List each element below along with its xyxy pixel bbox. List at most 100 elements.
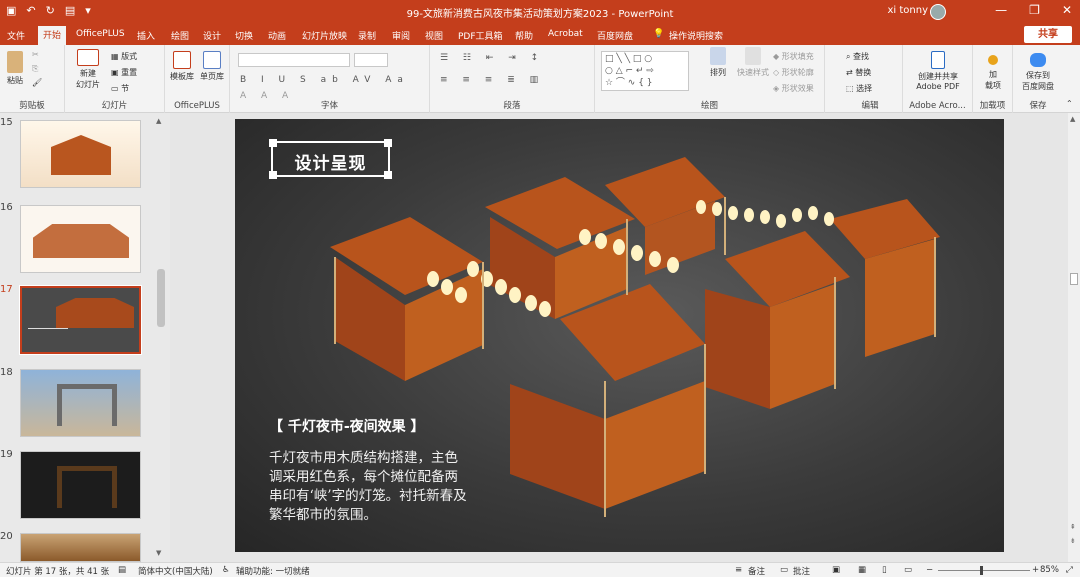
shape-fill-button[interactable]: ◆ 形状填充 [773, 51, 814, 62]
normal-view-icon[interactable]: ▣ [832, 565, 840, 575]
format-painter-icon[interactable]: 🖌 [32, 78, 42, 87]
quick-styles-button[interactable]: 快速样式 [735, 47, 771, 78]
tab-pdf[interactable]: PDF工具箱 [453, 27, 508, 44]
shape-effects-button[interactable]: ◈ 形状效果 [773, 83, 814, 94]
scroll-down-icon[interactable]: ▼ [156, 549, 161, 557]
slide-thumbnail[interactable] [20, 451, 141, 519]
editor-scrollbar[interactable]: ▲ ⇞ ⇟ [1068, 113, 1080, 562]
comments-button[interactable]: 批注 [793, 565, 810, 577]
tab-baidu[interactable]: 百度网盘 [592, 27, 638, 44]
zoom-out-icon[interactable]: − [926, 565, 933, 575]
slideshow-icon[interactable]: ▭ [904, 565, 912, 575]
single-page-library-button[interactable]: 单页库 [198, 51, 226, 82]
stall-image [51, 135, 111, 175]
group-officeplus: 模板库 单页库 OfficePLUS [165, 45, 230, 113]
tab-help[interactable]: 帮助 [510, 27, 538, 44]
scroll-up-icon[interactable]: ▲ [1070, 115, 1075, 123]
layout-button[interactable]: ▦ 版式 [111, 51, 137, 62]
tab-home[interactable]: 开始 [38, 26, 67, 45]
share-button[interactable]: 共享 [1024, 26, 1072, 43]
reading-view-icon[interactable]: ▯ [882, 565, 887, 575]
font-size-select[interactable] [354, 53, 388, 67]
spellcheck-icon[interactable]: ▤ [118, 565, 126, 575]
tab-slideshow[interactable]: 幻灯片放映 [297, 27, 352, 44]
slide-canvas[interactable]: 设计呈现 【 千灯夜市-夜间效果 】 千灯夜市用木质结构搭建，主色调采用红色系，… [235, 119, 1004, 552]
user-name[interactable]: xi tonny [887, 5, 928, 16]
find-button[interactable]: ⌕ 查找 [846, 51, 869, 62]
font-format-buttons[interactable]: B I U S ab AV Aa [240, 75, 409, 85]
gate-image [57, 384, 117, 426]
collapse-ribbon-icon[interactable]: ⌃ [1066, 99, 1073, 108]
new-slide-button[interactable]: 新建 幻灯片 [71, 49, 105, 90]
slide-sorter-icon[interactable]: ▦ [858, 565, 866, 575]
ribbon-tabs: 文件 开始 OfficePLUS 插入 绘图 设计 切换 动画 幻灯片放映 录制… [0, 24, 1080, 45]
thumb-number: 20 [0, 531, 13, 542]
layout-label: 版式 [121, 52, 138, 61]
accessibility-status[interactable]: 辅助功能: 一切就绪 [236, 565, 310, 577]
replace-label: 替换 [855, 68, 872, 77]
tab-file[interactable]: 文件 [2, 27, 30, 44]
paste-button[interactable]: 粘贴 [4, 51, 26, 86]
shapes-gallery[interactable]: □ ╲ ╲ □ ○ ○ △ ⌐ ↵ ⇨ ☆ ⌒ ∿ { } [601, 51, 689, 91]
next-slide-icon[interactable]: ⇟ [1070, 537, 1076, 545]
select-button[interactable]: ⬚ 选择 [846, 83, 872, 94]
shape-outline-button[interactable]: ◇ 形状轮廓 [773, 67, 814, 78]
text-preview [28, 328, 68, 348]
tab-acrobat[interactable]: Acrobat [543, 27, 588, 41]
fit-slide-icon[interactable]: ⤢ [1066, 565, 1073, 575]
stalls-image [56, 298, 134, 328]
reset-button[interactable]: ▣ 重置 [111, 67, 137, 78]
tell-me-search[interactable]: 操作说明搜索 [664, 27, 728, 44]
tab-review[interactable]: 审阅 [387, 27, 415, 44]
list-buttons[interactable]: ☰ ☷ ⇤ ⇥ ↕ [440, 53, 544, 63]
scroll-up-icon[interactable]: ▲ [156, 117, 161, 125]
restore-icon[interactable]: ❐ [1029, 3, 1040, 17]
group-label-addins: 加载项 [979, 101, 1006, 111]
group-label-officeplus: OfficePLUS [174, 101, 220, 111]
create-pdf-button[interactable]: 创建并共享 Adobe PDF [905, 51, 971, 91]
addins-button[interactable]: 加 载项 [977, 51, 1009, 91]
prev-slide-icon[interactable]: ⇞ [1070, 523, 1076, 531]
zoom-level[interactable]: 85% [1040, 565, 1059, 575]
tab-officeplus[interactable]: OfficePLUS [71, 27, 130, 41]
font-name-select[interactable] [238, 53, 350, 67]
tab-view[interactable]: 视图 [420, 27, 448, 44]
template-library-button[interactable]: 模板库 [168, 51, 196, 82]
zoom-in-icon[interactable]: + [1032, 565, 1039, 575]
slide-thumbnail[interactable] [20, 369, 141, 437]
scroll-thumb[interactable] [157, 269, 165, 327]
tab-insert[interactable]: 插入 [132, 27, 160, 44]
group-label-font: 字体 [320, 101, 338, 111]
tab-draw[interactable]: 绘图 [166, 27, 194, 44]
language-indicator[interactable]: 简体中文(中国大陆) [138, 565, 213, 577]
save-to-baidu-button[interactable]: 保存到 百度网盘 [1015, 51, 1061, 92]
avatar[interactable] [930, 4, 946, 20]
cut-icon[interactable]: ✂ [32, 50, 39, 59]
slide-thumbnail[interactable] [20, 533, 141, 562]
slide-subtitle[interactable]: 【 千灯夜市-夜间效果 】 [269, 416, 425, 436]
zoom-slider-thumb[interactable] [980, 566, 983, 575]
notes-button[interactable]: 备注 [748, 565, 765, 577]
group-font: B I U S ab AV Aa A A A 字体 [230, 45, 430, 113]
slide-thumbnail[interactable] [20, 120, 141, 188]
section-button[interactable]: ▭ 节 [111, 83, 129, 94]
replace-button[interactable]: ⇄ 替换 [846, 67, 871, 78]
scroll-thumb[interactable] [1070, 273, 1078, 285]
copy-icon[interactable]: ⎘ [32, 64, 38, 74]
stall-middle-right [705, 231, 850, 409]
tab-record[interactable]: 录制 [353, 27, 381, 44]
notes-icon: ≡ [735, 565, 743, 575]
align-buttons[interactable]: ≡ ≡ ≡ ≣ ▥ [440, 75, 544, 85]
slide-thumbnail[interactable] [20, 205, 141, 273]
tab-transitions[interactable]: 切换 [230, 27, 258, 44]
slide-thumbnail-selected[interactable] [19, 285, 142, 355]
zoom-slider[interactable] [938, 566, 1030, 575]
tab-design[interactable]: 设计 [198, 27, 226, 44]
minimize-icon[interactable]: — [995, 3, 1007, 17]
quick-styles-label: 快速样式 [737, 68, 769, 77]
thumbnail-scrollbar[interactable]: ▲ ▼ [156, 117, 166, 557]
arrange-button[interactable]: 排列 [705, 47, 731, 78]
tab-animations[interactable]: 动画 [263, 27, 291, 44]
slide-body-text[interactable]: 千灯夜市用木质结构搭建，主色调采用红色系，每个摊位配备两串印有‘峡’字的灯笼。衬… [269, 449, 469, 525]
close-icon[interactable]: ✕ [1062, 3, 1072, 17]
